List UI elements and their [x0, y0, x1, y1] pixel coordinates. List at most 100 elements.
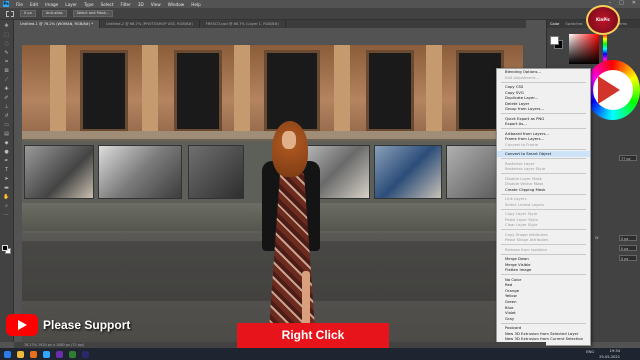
menu-item-convert-to-frame: Convert to Frame	[505, 141, 539, 147]
panel-fg-swatch[interactable]	[550, 36, 559, 45]
menu-item-release-from-isolation: Release from Isolation	[505, 246, 548, 252]
select-mask-button[interactable]: Select and Mask...	[72, 10, 114, 17]
banner-photo-panel	[374, 145, 442, 199]
menu-separator	[501, 193, 586, 195]
type-tool-icon[interactable]: T	[3, 167, 11, 173]
prop-field-value: 77 px	[621, 157, 631, 161]
prop-field[interactable]: 0 px	[619, 235, 637, 241]
tab-untitled-1[interactable]: Untitled-1 @ 76.2% (WOMAN, RGB/8#) *	[14, 20, 101, 28]
menu-item-create-clipping-mask[interactable]: Create Clipping Mask	[497, 187, 590, 193]
eraser-tool-icon[interactable]: ▭	[3, 122, 11, 128]
right-click-caption: Right Click	[237, 323, 389, 348]
healing-brush-tool-icon[interactable]: ✚	[3, 86, 11, 92]
marquee-tool-icon[interactable]: ⬚	[3, 32, 11, 38]
document-tabs: Untitled-1 @ 76.2% (WOMAN, RGB/8#) * Unt…	[14, 20, 526, 28]
zoom-tool-icon[interactable]: ⌕	[3, 203, 11, 209]
menu-image[interactable]: Image	[45, 2, 58, 7]
building-window	[264, 50, 320, 132]
firefox-icon[interactable]	[30, 350, 37, 358]
prop-field[interactable]: 0 px	[619, 255, 637, 261]
menu-file[interactable]: File	[16, 2, 23, 7]
tab-swatches[interactable]: Swatches	[565, 22, 582, 26]
menu-separator	[501, 128, 586, 130]
photoshop-taskbar-icon[interactable]	[43, 350, 50, 358]
path-select-tool-icon[interactable]: ➤	[3, 176, 11, 182]
tab-untitled-2[interactable]: Untitled-2 @ 66.7% (PHOTOSHOP USE, RGB/8…	[100, 20, 200, 28]
foreground-color-swatch[interactable]	[2, 245, 8, 251]
curly-hair	[272, 121, 308, 177]
hue-slider[interactable]	[603, 34, 607, 64]
app-icon[interactable]	[69, 350, 76, 358]
premiere-icon[interactable]	[82, 350, 89, 358]
document-canvas[interactable]	[22, 45, 523, 342]
start-icon[interactable]	[4, 350, 11, 358]
prop-field-value: 0 px	[621, 237, 629, 241]
pillar	[426, 45, 442, 137]
move-tool-icon[interactable]: ✥	[3, 23, 11, 29]
more-tools-icon[interactable]: ⋯	[3, 212, 11, 218]
brush-tool-icon[interactable]: ✐	[3, 95, 11, 101]
marquee-tool-icon[interactable]	[6, 10, 14, 17]
banner-photo-panel	[188, 145, 244, 199]
menu-separator	[501, 322, 586, 324]
prop-field[interactable]: 77 px	[619, 155, 637, 161]
maximize-button[interactable]: □	[619, 0, 624, 6]
prop-field-value: 0 px	[621, 247, 629, 251]
menu-item-gray[interactable]: Gray	[497, 316, 590, 322]
menu-item-export-as[interactable]: Export As...	[497, 121, 590, 127]
menu-bar: Ps File Edit Image Layer Type Select Fil…	[0, 0, 640, 8]
play-icon	[598, 76, 620, 104]
dodge-tool-icon[interactable]: ●	[3, 149, 11, 155]
menu-3d[interactable]: 3D	[138, 2, 144, 7]
taskbar-clock[interactable]: 19:34 29-05-2021	[599, 348, 620, 360]
tab-fresco[interactable]: FRESCO.psd @ 66.7% (Layer 1, RGB/8#)	[200, 20, 286, 28]
menu-help[interactable]: Help	[191, 2, 201, 7]
banner-photo-panel	[24, 145, 94, 199]
eyedropper-tool-icon[interactable]: ⟋	[3, 77, 11, 83]
tab-color[interactable]: Color	[550, 22, 559, 26]
gradient-tool-icon[interactable]: ▤	[3, 131, 11, 137]
pen-tool-icon[interactable]: ✒	[3, 158, 11, 164]
crop-tool-icon[interactable]: ⌗	[3, 59, 11, 65]
blur-tool-icon[interactable]: ◆	[3, 140, 11, 146]
menu-separator	[501, 244, 586, 246]
hand-tool-icon[interactable]: ✋	[3, 194, 11, 200]
menu-item-group-from-layers[interactable]: Group from Layers...	[497, 106, 590, 112]
file-explorer-icon[interactable]	[17, 350, 24, 358]
language-indicator[interactable]: ENG	[586, 350, 594, 354]
quick-select-tool-icon[interactable]: ✎	[3, 50, 11, 56]
close-button[interactable]: ✕	[632, 0, 636, 6]
clone-stamp-tool-icon[interactable]: ⊥	[3, 104, 11, 110]
menu-separator	[501, 229, 586, 231]
anti-alias-checkbox[interactable]: Anti-alias	[41, 10, 67, 17]
menu-window[interactable]: Window	[168, 2, 185, 7]
menu-edit[interactable]: Edit	[30, 2, 38, 7]
app-icon[interactable]	[56, 350, 63, 358]
feather-field[interactable]: 0 px	[20, 10, 36, 17]
menu-type[interactable]: Type	[84, 2, 94, 7]
lasso-tool-icon[interactable]: ◌	[3, 41, 11, 47]
menu-filter[interactable]: Filter	[120, 2, 130, 7]
prop-field[interactable]: 0 px	[619, 245, 637, 251]
menu-separator	[501, 208, 586, 210]
menu-select[interactable]: Select	[101, 2, 114, 7]
menu-item-flatten-image[interactable]: Flatten Image	[497, 267, 590, 273]
menu-view[interactable]: View	[151, 2, 161, 7]
menu-layer[interactable]: Layer	[65, 2, 77, 7]
pillar	[142, 45, 158, 137]
support-text: Please Support	[43, 318, 131, 332]
window-controls: – □ ✕	[609, 0, 636, 6]
menu-item-clear-layer-style: Clear Layer Style	[505, 222, 538, 228]
woman-figure	[258, 121, 328, 342]
color-picker-field[interactable]	[569, 34, 599, 64]
frame-tool-icon[interactable]: ⊠	[3, 68, 11, 74]
pillar	[234, 45, 250, 137]
menu-separator	[501, 253, 586, 255]
history-brush-tool-icon[interactable]: ↺	[3, 113, 11, 119]
leg	[302, 271, 310, 331]
props-width-label: W	[595, 236, 599, 240]
prop-field-value: 0 px	[621, 257, 629, 261]
tools-panel: ✥ ⬚ ◌ ✎ ⌗ ⊠ ⟋ ✚ ✐ ⊥ ↺ ▭ ▤ ◆ ● ✒ T ➤ ▬ ✋ …	[0, 20, 14, 342]
menu-item-convert-to-smart-object[interactable]: Convert to Smart Object	[497, 151, 590, 157]
rectangle-tool-icon[interactable]: ▬	[3, 185, 11, 191]
